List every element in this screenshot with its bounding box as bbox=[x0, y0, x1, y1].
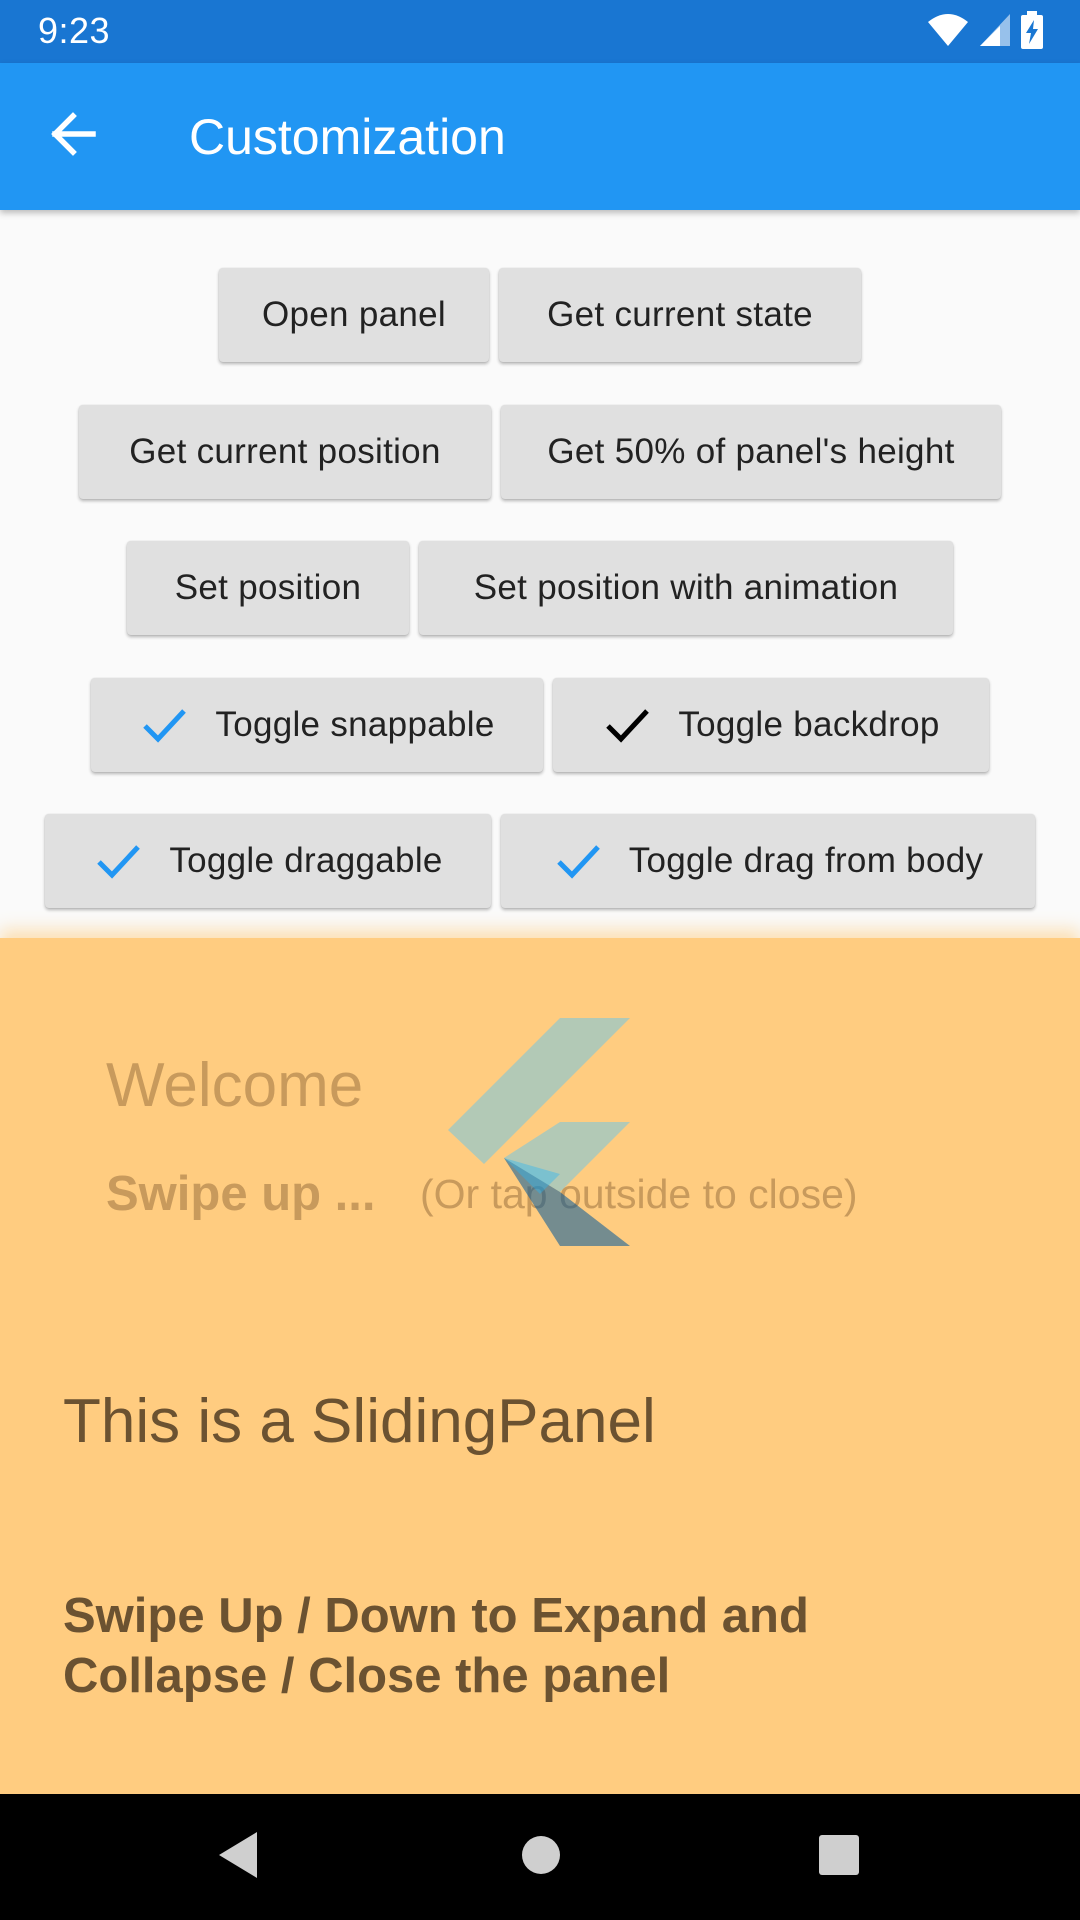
get-current-state-button[interactable]: Get current state bbox=[499, 268, 861, 362]
panel-welcome: Welcome bbox=[106, 1051, 364, 1120]
set-position-animation-label: Set position with animation bbox=[473, 568, 899, 607]
sliding-panel[interactable]: Welcome Swipe up ... (Or tap outside to … bbox=[0, 938, 1080, 1794]
check-icon bbox=[553, 836, 603, 886]
flutter-logo-icon bbox=[448, 1018, 630, 1246]
toggle-drag-from-body-button[interactable]: Toggle drag from body bbox=[501, 814, 1035, 908]
battery-charging-icon bbox=[1020, 10, 1044, 54]
nav-recents-icon bbox=[818, 1834, 860, 1881]
button-row-1: Open panel Get current state bbox=[0, 268, 1080, 364]
page-title: Customization bbox=[189, 109, 506, 165]
nav-home-icon bbox=[520, 1834, 562, 1881]
wifi-icon bbox=[926, 12, 970, 53]
panel-swipe-hint: Swipe up ... bbox=[106, 1167, 376, 1221]
screen: 9:23 Customization Open panel Get curren… bbox=[0, 0, 1080, 1920]
get-current-position-label: Get current position bbox=[129, 432, 441, 471]
toggle-draggable-label: Toggle draggable bbox=[169, 841, 443, 880]
toggle-drag-from-body-label: Toggle drag from body bbox=[628, 841, 984, 880]
button-row-3: Set position Set position with animation bbox=[0, 541, 1080, 637]
set-position-animation-button[interactable]: Set position with animation bbox=[419, 541, 953, 635]
open-panel-label: Open panel bbox=[262, 295, 446, 334]
status-time: 9:23 bbox=[38, 10, 111, 51]
get-current-state-label: Get current state bbox=[547, 295, 813, 334]
signal-icon bbox=[978, 12, 1012, 53]
set-position-button[interactable]: Set position bbox=[127, 541, 409, 635]
back-button[interactable] bbox=[30, 93, 116, 179]
nav-back-icon bbox=[215, 1830, 261, 1885]
toggle-snappable-button[interactable]: Toggle snappable bbox=[91, 678, 543, 772]
arrow-back-icon bbox=[49, 111, 97, 161]
status-bar: 9:23 bbox=[0, 0, 1080, 63]
get-current-position-button[interactable]: Get current position bbox=[79, 405, 491, 499]
nav-home-button[interactable] bbox=[496, 1814, 586, 1900]
check-icon bbox=[139, 700, 189, 750]
button-row-5: Toggle draggable Toggle drag from body bbox=[0, 814, 1080, 910]
toggle-snappable-label: Toggle snappable bbox=[215, 705, 495, 744]
button-row-2: Get current position Get 50% of panel's … bbox=[0, 405, 1080, 501]
nav-recents-button[interactable] bbox=[794, 1814, 884, 1900]
open-panel-button[interactable]: Open panel bbox=[219, 268, 489, 362]
get-50-height-button[interactable]: Get 50% of panel's height bbox=[501, 405, 1001, 499]
panel-title: This is a SlidingPanel bbox=[63, 1387, 656, 1456]
nav-back-button[interactable] bbox=[193, 1814, 283, 1900]
get-50-height-label: Get 50% of panel's height bbox=[547, 432, 955, 471]
navigation-bar bbox=[0, 1794, 1080, 1920]
button-row-4: Toggle snappable Toggle backdrop bbox=[0, 678, 1080, 774]
toggle-backdrop-button[interactable]: Toggle backdrop bbox=[553, 678, 989, 772]
toggle-backdrop-label: Toggle backdrop bbox=[678, 705, 940, 744]
panel-description: Swipe Up / Down to Expand and Collapse /… bbox=[63, 1589, 809, 1703]
status-icons bbox=[926, 10, 1044, 54]
app-bar: Customization bbox=[0, 63, 1080, 210]
toggle-draggable-button[interactable]: Toggle draggable bbox=[45, 814, 491, 908]
set-position-label: Set position bbox=[174, 568, 362, 607]
check-icon bbox=[602, 700, 652, 750]
check-icon bbox=[93, 836, 143, 886]
